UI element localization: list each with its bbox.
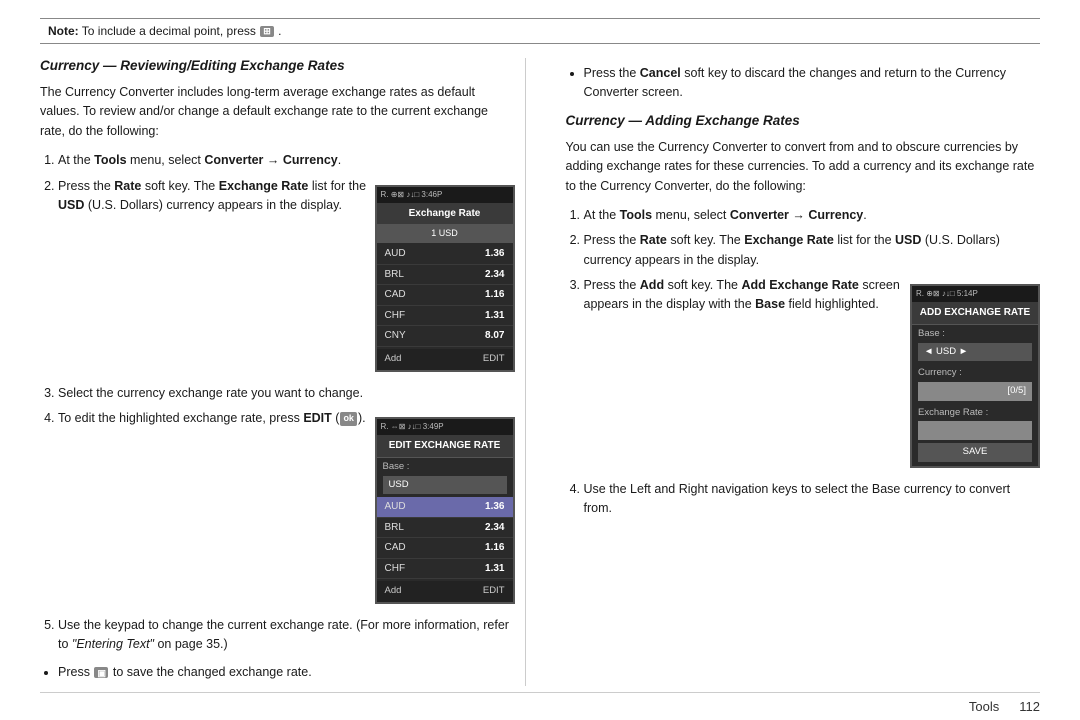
screen1-row-chf: CHF1.31: [377, 306, 513, 327]
decimal-key-icon: ⊞: [260, 26, 274, 37]
left-step-5: Use the keypad to change the current exc…: [58, 616, 515, 655]
right-step-4: Use the Left and Right navigation keys t…: [584, 480, 1041, 519]
screen1-statusbar: R. ⊕⊠ ♪↓□ 3:46P: [377, 187, 513, 203]
screen2-row-cad: CAD1.16: [377, 538, 513, 559]
left-step-1: At the Tools menu, select Converter → Cu…: [58, 151, 515, 170]
screen1-subtitle: 1 USD: [377, 225, 513, 243]
screen-add-exchange-rate: R. ⊕⊠ ♪↓□ 5:14P ADD EXCHANGE RATE Base :…: [910, 284, 1040, 468]
left-step-4: To edit the highlighted exchange rate, p…: [58, 409, 515, 610]
screen2-row-brl: BRL2.34: [377, 518, 513, 539]
screen2-footer: Add EDIT: [377, 581, 513, 602]
screen1-row-brl: BRL2.34: [377, 265, 513, 286]
right-section-title: Currency — Adding Exchange Rates: [566, 113, 1041, 128]
screen-add-base-value: ◄ USD ►: [918, 343, 1032, 362]
note-label: Note:: [48, 24, 79, 38]
screen-add-title: ADD EXCHANGE RATE: [912, 302, 1038, 325]
left-steps-list: At the Tools menu, select Converter → Cu…: [40, 151, 515, 655]
screen2-base-label: Base :: [377, 458, 513, 476]
screen2-statusbar: R. ⇔⊠ ♪↓□ 3:49P: [377, 419, 513, 435]
right-bullet-cancel: Press the Cancel soft key to discard the…: [584, 64, 1041, 103]
left-section-title: Currency — Reviewing/Editing Exchange Ra…: [40, 58, 515, 73]
save-icon: ▣: [94, 667, 108, 678]
right-step-2: Press the Rate soft key. The Exchange Ra…: [584, 231, 1041, 270]
screen-add-currency-value: [0/5]: [918, 382, 1032, 401]
screen-add-exchange-value: [918, 421, 1032, 440]
screen-add-exchange-label: Exchange Rate :: [912, 404, 1038, 422]
left-intro: The Currency Converter includes long-ter…: [40, 83, 515, 141]
screen-add-save-btn: SAVE: [918, 443, 1032, 462]
right-bullets-top: Press the Cancel soft key to discard the…: [566, 64, 1041, 103]
screen1-footer: Add EDIT: [377, 349, 513, 370]
right-steps-list: At the Tools menu, select Converter → Cu…: [566, 206, 1041, 519]
screen-exchange-rate: R. ⊕⊠ ♪↓□ 3:46P Exchange Rate 1 USD AUD1…: [375, 185, 515, 372]
step2-inline: Press the Rate soft key. The Exchange Ra…: [58, 177, 515, 378]
page: Note: To include a decimal point, press …: [0, 0, 1080, 720]
screen-add-base-label: Base :: [912, 325, 1038, 343]
screen2-row-chf: CHF1.31: [377, 559, 513, 580]
screen1-row-aud: AUD1.36: [377, 244, 513, 265]
right-step-3: Press the Add soft key. The Add Exchange…: [584, 276, 1041, 474]
screen1-row-cny: CNY8.07: [377, 326, 513, 347]
screen1-row-cad: CAD1.16: [377, 285, 513, 306]
footer: Tools 112: [40, 692, 1040, 714]
screen-edit-exchange-rate: R. ⇔⊠ ♪↓□ 3:49P EDIT EXCHANGE RATE Base …: [375, 417, 515, 604]
left-bullet-save: Press ▣ to save the changed exchange rat…: [58, 663, 515, 682]
footer-page-num: 112: [1019, 699, 1040, 714]
note-text: To include a decimal point, press: [82, 24, 256, 38]
screen2-title: EDIT EXCHANGE RATE: [377, 435, 513, 458]
step3r-text: Press the Add soft key. The Add Exchange…: [584, 276, 903, 315]
top-note: Note: To include a decimal point, press …: [40, 18, 1040, 44]
right-step-1: At the Tools menu, select Converter → Cu…: [584, 206, 1041, 225]
left-step-3: Select the currency exchange rate you wa…: [58, 384, 515, 403]
screen2-base-value: USD: [383, 476, 507, 495]
screen-add-currency-label: Currency :: [912, 364, 1038, 382]
footer-tools-label: Tools: [969, 699, 999, 714]
screen2-row-aud: AUD1.36: [377, 497, 513, 518]
step4-text: To edit the highlighted exchange rate, p…: [58, 409, 367, 428]
left-bullets: Press ▣ to save the changed exchange rat…: [40, 663, 515, 682]
step3r-inline: Press the Add soft key. The Add Exchange…: [584, 276, 1041, 474]
right-column: Press the Cancel soft key to discard the…: [556, 58, 1041, 686]
right-intro: You can use the Currency Converter to co…: [566, 138, 1041, 196]
columns: Currency — Reviewing/Editing Exchange Ra…: [40, 58, 1040, 686]
step4-inline: To edit the highlighted exchange rate, p…: [58, 409, 515, 610]
left-column: Currency — Reviewing/Editing Exchange Ra…: [40, 58, 526, 686]
screen1-title: Exchange Rate: [377, 203, 513, 226]
left-step-2: Press the Rate soft key. The Exchange Ra…: [58, 177, 515, 378]
screen-add-statusbar: R. ⊕⊠ ♪↓□ 5:14P: [912, 286, 1038, 302]
ok-icon: ok: [340, 412, 357, 426]
step2-text: Press the Rate soft key. The Exchange Ra…: [58, 177, 367, 216]
